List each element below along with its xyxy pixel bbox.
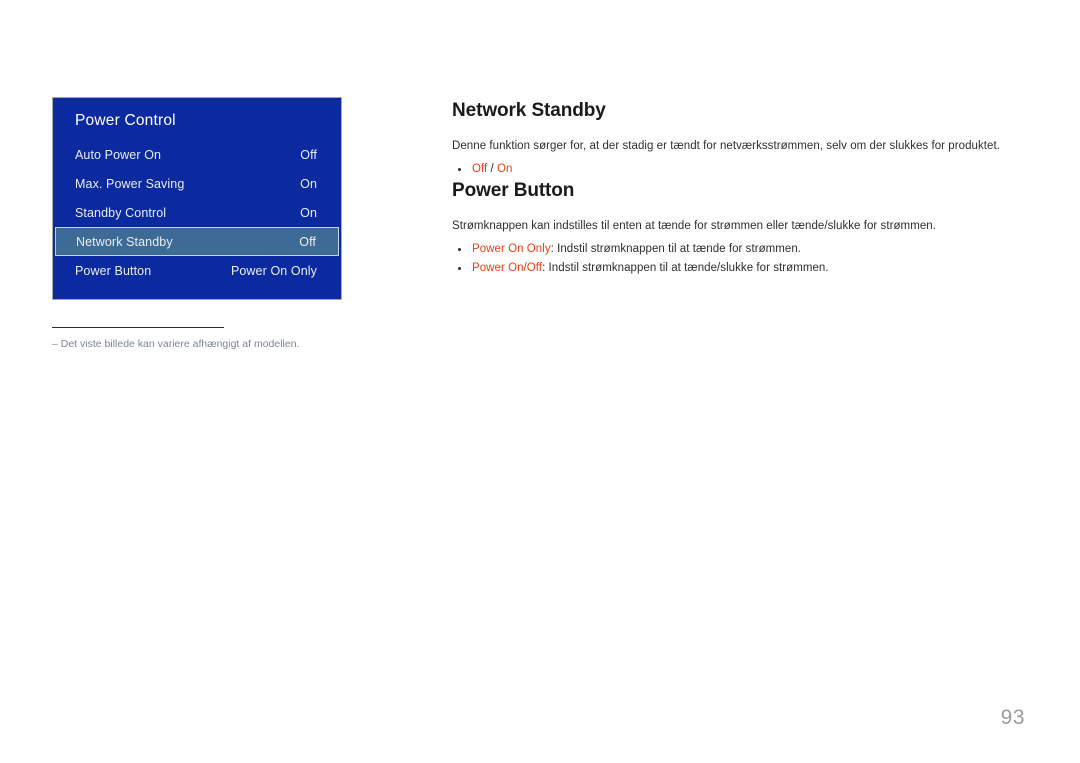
bullet-list-power-button: Power On Only: Indstil strømknappen til …	[452, 240, 1012, 278]
osd-item-label: Max. Power Saving	[75, 176, 185, 191]
list-item: Off / On	[452, 160, 1012, 179]
osd-menu-item-network-standby[interactable]: Network Standby Off	[55, 227, 339, 256]
osd-item-label: Standby Control	[75, 205, 167, 220]
page-number: 93	[1000, 706, 1025, 729]
osd-menu-item-standby-control[interactable]: Standby Control On	[53, 198, 341, 227]
footnote-text: ‒ Det viste billede kan variere afhængig…	[52, 338, 300, 350]
osd-item-value: On	[300, 205, 317, 220]
section-body-network-standby: Denne funktion sørger for, at der stadig…	[452, 140, 1000, 152]
osd-item-value: Off	[300, 147, 317, 162]
option-separator: /	[487, 163, 498, 175]
option-term: Power On/Off	[472, 262, 543, 274]
osd-menu-item-auto-power-on[interactable]: Auto Power On Off	[53, 140, 341, 169]
osd-menu-panel: Power Control Auto Power On Off Max. Pow…	[52, 97, 342, 300]
osd-panel-title: Power Control	[75, 112, 176, 129]
option-term: Off	[472, 163, 488, 175]
osd-menu-item-max-power-saving[interactable]: Max. Power Saving On	[53, 169, 341, 198]
section-body-power-button: Strømknappen kan indstilles til enten at…	[452, 220, 936, 232]
option-term: Power On Only	[472, 243, 551, 255]
osd-item-label: Auto Power On	[75, 147, 162, 162]
bullet-list-network-standby: Off / On	[452, 160, 1012, 179]
osd-menu-item-power-button[interactable]: Power Button Power On Only	[53, 256, 341, 285]
osd-item-value: On	[300, 176, 317, 191]
footnote-divider	[52, 327, 224, 328]
content-column: Network Standby Denne funktion sørger fo…	[452, 99, 1012, 278]
list-item: Power On/Off: Indstil strømknappen til a…	[452, 259, 1012, 278]
osd-item-label: Network Standby	[76, 234, 173, 249]
list-item: Power On Only: Indstil strømknappen til …	[452, 240, 1012, 259]
osd-item-value: Off	[299, 234, 316, 249]
osd-item-value: Power On Only	[230, 263, 317, 278]
option-term-secondary: On	[497, 163, 513, 175]
option-description: : Indstil strømknappen til at tænde/sluk…	[542, 262, 829, 274]
section-heading-power-button: Power Button	[452, 180, 575, 201]
section-heading-network-standby: Network Standby	[452, 100, 606, 121]
option-description: : Indstil strømknappen til at tænde for …	[550, 243, 802, 255]
osd-item-label: Power Button	[75, 263, 152, 278]
footnote-block: ‒ Det viste billede kan variere afhængig…	[52, 327, 352, 351]
